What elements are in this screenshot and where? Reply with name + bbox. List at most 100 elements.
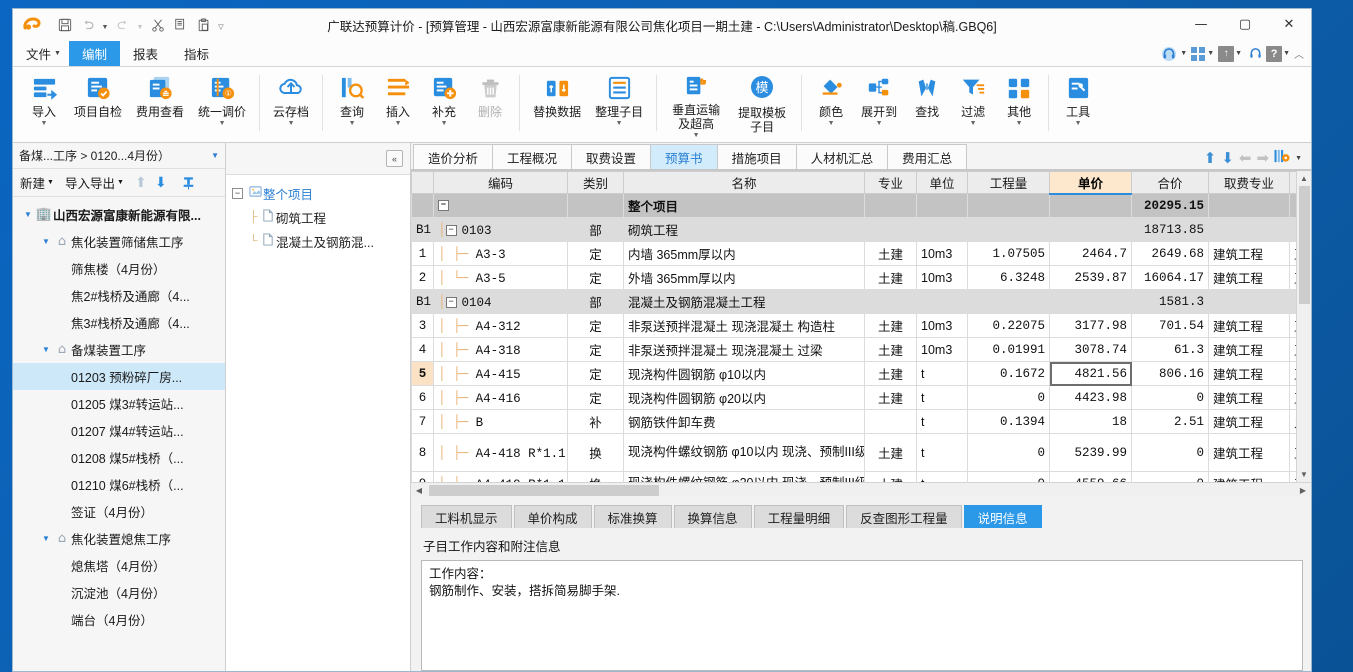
import-export-button[interactable]: 导入导出 ▼ <box>64 173 125 192</box>
ribbon-button-other[interactable]: 其他 ▼ <box>996 67 1042 139</box>
expander-icon[interactable]: − <box>232 187 243 199</box>
upload-caret-icon[interactable]: ▼ <box>1235 50 1245 57</box>
tab-measure-items[interactable]: 措施项目 <box>716 144 797 169</box>
qat-more-caret[interactable]: ▽ <box>216 15 226 36</box>
table-row[interactable]: 6 │ ├─ A4-416 定 现浇构件圆钢筋 φ20以内 土建 t 0 442… <box>411 385 1296 410</box>
table-row[interactable]: 1 │ ├─ A3-3 定 内墙 365mm厚以内 土建 10m3 1.0750… <box>411 241 1296 266</box>
expander-icon[interactable]: ▼ <box>39 534 53 543</box>
upload-icon[interactable]: ↑ <box>1218 45 1235 62</box>
table-row[interactable]: 9 │ └─ A4-419 R*1.1 换 现浇构件螺纹钢筋 φ20以内 现浇、… <box>411 471 1296 482</box>
tree-node-item[interactable]: 01210 煤6#栈桥（... <box>13 471 225 498</box>
ribbon-button-expand-to[interactable]: 展开到 ▼ <box>854 67 904 139</box>
grid-vertical-scrollbar[interactable]: ▲ ▼ <box>1296 171 1311 482</box>
chevron-down-icon[interactable]: ▼ <box>349 120 356 127</box>
ribbon-button-find[interactable]: 查找 <box>904 67 950 139</box>
chapter-node-item[interactable]: └ 混凝土及钢筋混... <box>232 229 410 253</box>
chapter-node-root[interactable]: − 整个项目 <box>232 181 410 205</box>
expander-icon[interactable]: − <box>438 199 449 211</box>
cell-unit-price[interactable]: 5239.99 <box>1049 433 1132 472</box>
column-settings-icon[interactable] <box>1274 149 1290 167</box>
detail-tab-price-composition[interactable]: 单价构成 <box>513 505 592 528</box>
chevron-down-icon[interactable]: ▼ <box>395 120 402 127</box>
hscroll-track[interactable] <box>427 483 1295 498</box>
col-header-total-price[interactable]: 合价 <box>1131 171 1209 194</box>
tree-node-unit-2[interactable]: ▼ ⌂ 备煤装置工序 <box>13 336 225 363</box>
next-icon[interactable]: ➡ <box>1256 150 1269 166</box>
detail-tab-standard-conversion[interactable]: 标准换算 <box>593 505 672 528</box>
grid-horizontal-scrollbar[interactable]: ◀ ▶ <box>411 482 1311 497</box>
chevron-down-icon[interactable]: ▼ <box>1075 120 1082 127</box>
expander-icon[interactable]: ▼ <box>39 345 53 354</box>
cell-unit-price[interactable]: 2539.87 <box>1049 265 1132 290</box>
headset-caret-icon[interactable]: ▼ <box>1180 50 1190 57</box>
chevron-down-icon[interactable]: ▼ <box>441 120 448 127</box>
tree-node-unit-3[interactable]: ▼ ⌂ 焦化装置熄焦工序 <box>13 525 225 552</box>
table-row-selected[interactable]: 5 │ ├─ A4-415 定 现浇构件圆钢筋 φ10以内 土建 t 0.167… <box>411 361 1296 386</box>
col-header-code[interactable]: 编码 <box>433 171 568 194</box>
move-down-icon[interactable]: ⬇ <box>152 173 170 193</box>
ribbon-button-unified-price[interactable]: ① 统一调价 ▼ <box>191 67 253 139</box>
tree-node-item[interactable]: 01208 煤5#栈桥（... <box>13 444 225 471</box>
chevron-down-icon[interactable]: ▼ <box>970 120 977 127</box>
chapter-node-item[interactable]: ├ 砌筑工程 <box>232 205 410 229</box>
support-icon[interactable] <box>1246 43 1265 65</box>
help-icon[interactable]: ? <box>1266 45 1283 62</box>
save-icon[interactable] <box>54 15 75 36</box>
expander-icon[interactable]: ▼ <box>21 210 35 219</box>
menu-item-compile[interactable]: 编制 <box>68 41 120 66</box>
chevron-down-icon[interactable]: ▼ <box>288 120 295 127</box>
cut-icon[interactable] <box>147 15 168 36</box>
tree-node-item[interactable]: 01205 煤3#转运站... <box>13 390 225 417</box>
tree-node-item[interactable]: 端台（4月份） <box>13 606 225 633</box>
tree-node-item[interactable]: 签证（4月份） <box>13 498 225 525</box>
help-caret-icon[interactable]: ▼ <box>1283 50 1293 57</box>
scroll-thumb[interactable] <box>1298 186 1310 304</box>
ribbon-button-filter[interactable]: 过滤 ▼ <box>950 67 996 139</box>
table-row[interactable]: 8 │ ├─ A4-418 R*1.1 换 现浇构件螺纹钢筋 φ10以内 现浇、… <box>411 433 1296 472</box>
ribbon-button-fee-view[interactable]: 费用查看 <box>129 67 191 139</box>
move-up-icon[interactable]: ⬆ <box>1204 150 1217 166</box>
scroll-left-arrow-icon[interactable]: ◀ <box>411 483 427 498</box>
chevron-down-icon[interactable]: ▼ <box>41 120 48 127</box>
cell-unit-price[interactable]: 2464.7 <box>1049 241 1132 266</box>
tab-budget-book[interactable]: 预算书 <box>650 144 718 169</box>
tree-node-company[interactable]: ▼ 🏢 山西宏源富康新能源有限... <box>13 201 225 228</box>
chevron-down-icon[interactable]: ▼ <box>1295 155 1305 162</box>
col-header-unit[interactable]: 单位 <box>916 171 968 194</box>
tree-node-item[interactable]: 焦2#栈桥及通廊（4... <box>13 282 225 309</box>
collapse-panel-button[interactable]: « <box>386 150 403 167</box>
table-row[interactable]: B1 │ −0104 部 混凝土及钢筋混凝土工程 1581.3 <box>411 289 1296 314</box>
expander-icon[interactable]: − <box>445 224 457 236</box>
detail-tab-conversion-info[interactable]: 换算信息 <box>673 505 752 528</box>
col-header-major[interactable]: 专业 <box>864 171 917 194</box>
tree-node-item[interactable]: 筛焦楼（4月份） <box>13 255 225 282</box>
cell-unit-price[interactable]: 3078.74 <box>1049 337 1132 362</box>
table-row[interactable]: 7 │ ├─ B 补 钢筋铁件卸车费 t 0.1394 18 2.51 建筑工程 <box>411 409 1296 434</box>
ribbon-button-tools[interactable]: 工具 ▼ <box>1055 67 1101 139</box>
chevron-down-icon[interactable]: ▼ <box>876 120 883 127</box>
tree-node-item[interactable]: 焦3#栈桥及通廊（4... <box>13 309 225 336</box>
col-header-fee-major[interactable]: 取费专业 <box>1208 171 1290 194</box>
move-down-icon[interactable]: ⬇ <box>1221 150 1234 166</box>
undo-icon[interactable] <box>77 15 98 36</box>
chevron-down-icon[interactable]: ▼ <box>219 120 226 127</box>
cell-unit-price[interactable]: 4559.66 <box>1049 471 1132 482</box>
ribbon-button-insert[interactable]: 插入 ▼ <box>375 67 421 139</box>
chevron-down-icon[interactable]: ▼ <box>693 132 700 139</box>
headset-icon[interactable] <box>1159 43 1179 65</box>
close-button[interactable]: ✕ <box>1267 9 1311 39</box>
minimize-button[interactable]: — <box>1179 9 1223 39</box>
tree-node-item[interactable]: 沉淀池（4月份） <box>13 579 225 606</box>
ribbon-button-replace-data[interactable]: 替换数据 <box>526 67 588 139</box>
col-header-blank[interactable] <box>411 171 434 194</box>
tree-node-unit-1[interactable]: ▼ ⌂ 焦化装置筛储焦工序 <box>13 228 225 255</box>
maximize-button[interactable]: ▢ <box>1223 9 1267 39</box>
cell-unit-price[interactable]: 18 <box>1049 409 1132 434</box>
ribbon-button-vertical-transport[interactable]: 垂直运输及超高 ▼ <box>663 67 729 139</box>
paste-icon[interactable] <box>193 15 214 36</box>
chevron-down-icon[interactable]: ▼ <box>211 151 219 160</box>
tab-cost-analysis[interactable]: 造价分析 <box>413 144 494 169</box>
new-button[interactable]: 新建 ▼ <box>19 173 55 192</box>
redo-icon[interactable] <box>112 15 133 36</box>
cell-unit-price[interactable]: 3177.98 <box>1049 313 1132 338</box>
